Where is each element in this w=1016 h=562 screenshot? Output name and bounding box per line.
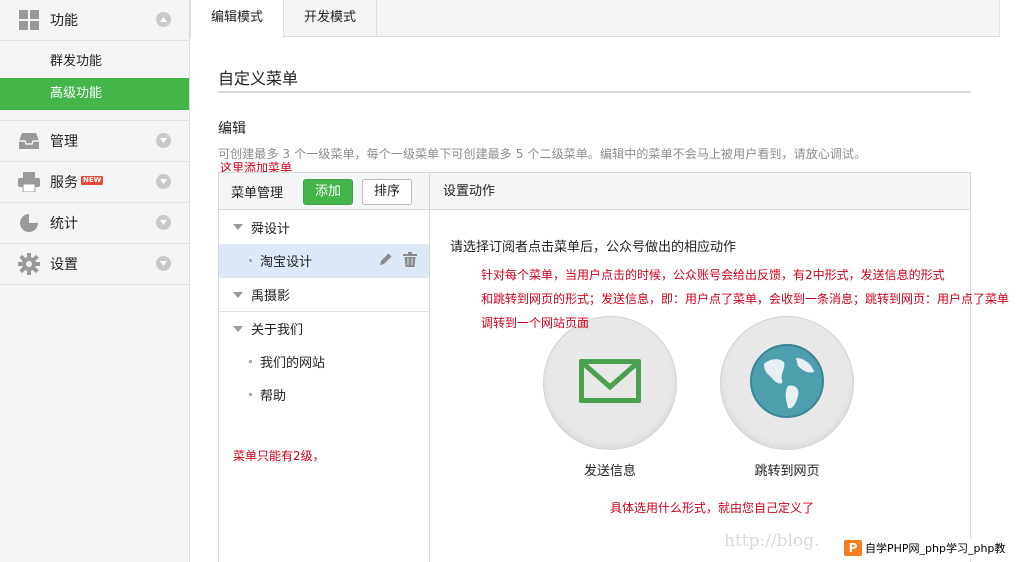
trash-icon[interactable] (403, 252, 417, 271)
gear-icon (18, 253, 40, 275)
grid-icon (18, 9, 40, 31)
jump-to-webpage-option[interactable] (720, 316, 854, 450)
chevron-down-icon[interactable] (156, 133, 171, 148)
chevron-up-icon[interactable] (156, 12, 171, 27)
menu-item-label: 禹摄影 (251, 289, 291, 304)
menu-item-tools (378, 252, 417, 271)
main-area: 编辑模式 开发模式 自定义菜单 编辑 可创建最多 3 个一级菜单，每个一级菜单下… (190, 0, 1009, 562)
sidebar-section-label: 设置 (50, 257, 78, 273)
annotation-choose: 具体选用什么形式，就由您自己定义了 (610, 501, 815, 515)
section-title: 编辑 (218, 121, 246, 137)
site-logo: P 自学PHP网_php学习_php教 (844, 538, 1008, 558)
menu-item-label: 舜设计 (251, 221, 291, 237)
chevron-down-icon[interactable] (156, 256, 171, 271)
sidebar-section-label: 服务 (50, 175, 78, 191)
envelope-icon (577, 357, 643, 409)
sidebar-submenu: 群发功能 高级功能 (0, 41, 189, 121)
watermark: http://blog. (724, 531, 820, 551)
sidebar-item-advanced[interactable]: 高级功能 (0, 78, 189, 110)
action-prompt: 请选择订阅者点击菜单后，公众号做出的相应动作 (450, 240, 737, 255)
printer-icon (18, 171, 40, 193)
annotation-levels: 菜单只能有2级， (233, 449, 325, 463)
caret-down-icon (233, 325, 243, 332)
mode-tabs: 编辑模式 开发模式 (190, 0, 1000, 38)
chevron-down-icon[interactable] (156, 174, 171, 189)
sidebar-section-manage[interactable]: 管理 (0, 121, 189, 162)
action-header: 设置动作 (443, 184, 496, 199)
page-title: 自定义菜单 (218, 37, 971, 93)
logo-badge: P (844, 540, 862, 556)
menu-item-label: 淘宝设计 (260, 255, 313, 270)
annotation-explain-3: 调转到一个网站页面 (481, 316, 590, 330)
tab-edit-mode[interactable]: 编辑模式 (190, 0, 285, 38)
chevron-down-icon[interactable] (156, 215, 171, 230)
sidebar: 功能 群发功能 高级功能 管理 服务 NEW 统计 设置 (0, 0, 190, 562)
annotation-explain-2: 和跳转到网页的形式；发送信息，即：用户点了菜单，会收到一条消息；跳转到网页：用户… (481, 292, 1010, 306)
logo-text: 自学PHP网_php学习_php教 (865, 542, 1006, 555)
sidebar-section-label: 统计 (50, 216, 78, 232)
caret-down-icon (233, 224, 243, 230)
menu-item-label: 我们的网站 (260, 356, 326, 371)
sidebar-section-label: 功能 (50, 13, 78, 29)
pencil-icon[interactable] (378, 252, 393, 271)
menu-item-label: 帮助 (260, 389, 287, 404)
annotation-explain-1: 针对每个菜单，当用户点击的时候，公众账号会给出反馈，有2中形式，发送信息的形式 (481, 268, 945, 282)
new-badge: NEW (81, 176, 104, 185)
menu-list: 舜设计 淘宝设计 禹摄影 关于我们 我们的网站 帮助 (219, 210, 429, 411)
send-message-option[interactable] (543, 316, 677, 450)
menu-item-child[interactable]: 淘宝设计 (219, 244, 429, 277)
sidebar-section-features[interactable]: 功能 (0, 0, 189, 41)
sidebar-section-service[interactable]: 服务 NEW (0, 162, 189, 203)
pie-chart-icon (18, 212, 40, 234)
bullet-icon (249, 360, 252, 363)
content: 自定义菜单 编辑 可创建最多 3 个一级菜单，每个一级菜单下可创建最多 5 个二… (218, 37, 971, 162)
jump-to-webpage-label: 跳转到网页 (754, 464, 820, 479)
globe-icon (750, 344, 824, 422)
tab-dev-mode[interactable]: 开发模式 (284, 0, 378, 37)
menu-item-parent[interactable]: 舜设计 (219, 210, 429, 244)
caret-down-icon (233, 291, 243, 298)
menu-item-parent[interactable]: 禹摄影 (219, 277, 429, 311)
bullet-icon (249, 393, 252, 396)
sidebar-section-label: 管理 (50, 134, 78, 150)
sidebar-section-settings[interactable]: 设置 (0, 244, 189, 285)
menu-item-parent[interactable]: 关于我们 (219, 311, 429, 345)
section-description: 可创建最多 3 个一级菜单，每个一级菜单下可创建最多 5 个二级菜单。编辑中的菜… (218, 147, 867, 161)
sidebar-section-stats[interactable]: 统计 (0, 203, 189, 244)
menu-item-child[interactable]: 我们的网站 (219, 345, 429, 378)
menu-item-child[interactable]: 帮助 (219, 378, 429, 411)
bullet-icon (249, 259, 252, 262)
send-message-label: 发送信息 (583, 464, 636, 479)
menu-panel: 菜单管理 添加 排序 设置动作 舜设计 淘宝设计 禹摄影 关于我们 我们的网站 … (218, 172, 971, 562)
menu-item-label: 关于我们 (251, 323, 304, 338)
sidebar-item-mass-send[interactable]: 群发功能 (0, 46, 189, 78)
inbox-icon (18, 130, 40, 152)
